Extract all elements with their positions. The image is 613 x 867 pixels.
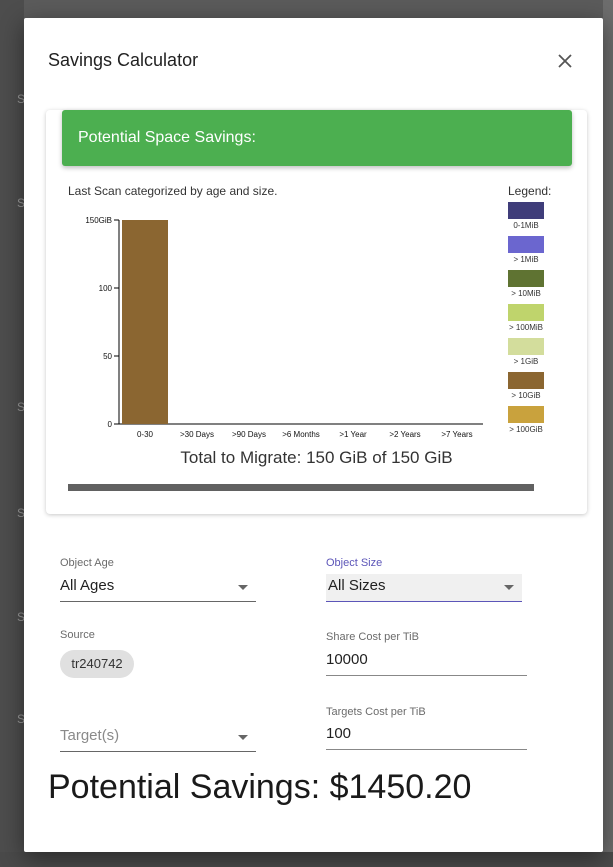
legend-item: > 1MiB — [504, 236, 548, 270]
legend-swatch — [508, 338, 544, 355]
legend-label: > 10MiB — [511, 289, 541, 298]
savings-calculator-dialog: Savings Calculator Potential Space Savin… — [24, 18, 603, 852]
bar — [122, 220, 168, 424]
legend-item: > 1GiB — [504, 338, 548, 372]
space-savings-card: Potential Space Savings: Last Scan categ… — [46, 110, 587, 514]
migration-progress-fill — [68, 484, 534, 491]
legend-label: 0-1MiB — [513, 221, 539, 230]
legend-label: > 10GiB — [511, 391, 541, 400]
legend-swatch — [508, 304, 544, 321]
x-tick-label: >2 Years — [389, 430, 420, 439]
object-age-label: Object Age — [60, 557, 114, 569]
legend-item: > 10MiB — [504, 270, 548, 304]
legend-label: > 100GiB — [509, 425, 543, 434]
object-size-value: All Sizes — [328, 577, 386, 594]
legend-item: > 100MiB — [504, 304, 548, 338]
legend-swatch — [508, 270, 544, 287]
legend-swatch — [508, 406, 544, 423]
close-icon — [558, 54, 572, 68]
close-button[interactable] — [554, 50, 576, 72]
x-tick-label: 0-30 — [137, 430, 154, 439]
x-tick-label: >30 Days — [180, 430, 214, 439]
source-chip[interactable]: tr240742 — [60, 650, 134, 678]
y-tick-label: 100 — [99, 284, 113, 293]
legend-item: > 100GiB — [504, 406, 548, 440]
age-size-bar-chart: 0 50 100 150GiB 0-30 >30 Days >90 Days >6 Month… — [85, 216, 483, 439]
legend-label: > 100MiB — [508, 323, 544, 332]
x-tick-label: >7 Years — [441, 430, 472, 439]
legend-item: > 10GiB — [504, 372, 548, 406]
migration-progress-bar — [68, 484, 534, 491]
source-label: Source — [60, 629, 95, 641]
y-tick-label: 0 — [108, 420, 113, 429]
legend-item: 0-1MiB — [504, 202, 548, 236]
share-cost-label: Share Cost per TiB — [326, 631, 419, 643]
legend-label: > 1MiB — [513, 255, 539, 264]
card-header: Potential Space Savings: — [62, 110, 572, 166]
x-tick-label: >1 Year — [339, 430, 367, 439]
y-tick-label: 150GiB — [85, 216, 112, 225]
background-scroll-area — [603, 0, 613, 867]
dropdown-arrow-icon — [504, 585, 514, 590]
targets-cost-input[interactable]: 100 — [326, 722, 527, 750]
dropdown-arrow-icon — [238, 735, 248, 740]
dialog-title: Savings Calculator — [48, 50, 199, 70]
targets-cost-label: Targets Cost per TiB — [326, 706, 426, 718]
legend-swatch — [508, 372, 544, 389]
share-cost-input[interactable]: 10000 — [326, 648, 527, 676]
object-size-select[interactable]: All Sizes — [326, 574, 522, 602]
targets-placeholder: Target(s) — [60, 727, 120, 744]
chart-caption: Last Scan categorized by age and size. — [68, 184, 278, 198]
object-age-value: All Ages — [60, 577, 115, 594]
dropdown-arrow-icon — [238, 585, 248, 590]
background-footer — [0, 852, 613, 867]
total-to-migrate: Total to Migrate: 150 GiB of 150 GiB — [180, 448, 453, 467]
x-tick-label: >6 Months — [282, 430, 320, 439]
object-age-select[interactable]: All Ages — [60, 574, 256, 602]
object-size-label: Object Size — [326, 557, 383, 569]
chart-legend: 0-1MiB > 1MiB > 10MiB > 100MiB > 1GiB > … — [504, 202, 548, 440]
targets-select[interactable]: Target(s) — [60, 724, 256, 752]
legend-swatch — [508, 236, 544, 253]
y-tick-label: 50 — [103, 352, 112, 361]
legend-swatch — [508, 202, 544, 219]
background-page: S S S S S S — [0, 0, 25, 867]
legend-title: Legend: — [508, 184, 552, 198]
potential-savings-total: Potential Savings: $1450.20 — [48, 768, 472, 806]
x-tick-label: >90 Days — [232, 430, 266, 439]
legend-label: > 1GiB — [513, 357, 539, 366]
